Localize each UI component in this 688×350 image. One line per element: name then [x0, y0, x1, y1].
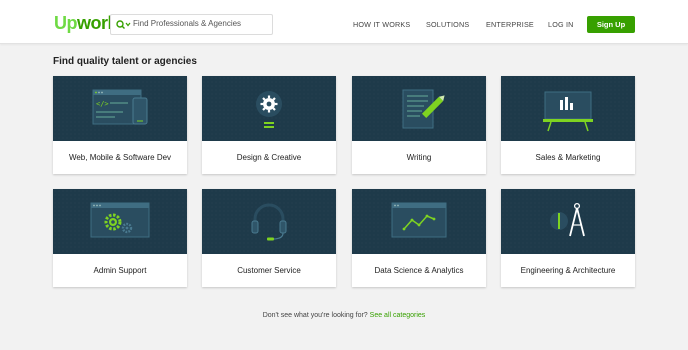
category-label: Writing — [406, 153, 432, 162]
category-label: Customer Service — [237, 266, 301, 275]
category-label: Sales & Marketing — [535, 153, 601, 162]
card-illustration — [202, 189, 336, 254]
top-navbar: Upwork Find Professionals & Agencies HOW… — [0, 0, 688, 44]
logo-up-text: Up — [54, 13, 78, 33]
pen-document-icon — [402, 89, 445, 129]
headset-icon — [251, 203, 287, 241]
category-card-writing[interactable]: Writing — [352, 76, 486, 174]
card-illustration: </> — [53, 76, 187, 141]
card-illustration — [352, 189, 486, 254]
presentation-board-icon — [543, 91, 593, 132]
upwork-logo[interactable]: Upwork — [54, 13, 118, 34]
compass-icon — [550, 202, 585, 237]
search-input[interactable]: Find Professionals & Agencies — [133, 19, 241, 28]
card-illustration — [501, 189, 635, 254]
card-illustration — [202, 76, 336, 141]
sign-up-button[interactable]: Sign Up — [587, 16, 635, 33]
category-card-design-creative[interactable]: Design & Creative — [202, 76, 336, 174]
see-all-prompt: Don't see what you're looking for? See a… — [0, 312, 688, 319]
card-illustration — [53, 189, 187, 254]
category-label: Admin Support — [93, 266, 147, 275]
card-illustration — [501, 76, 635, 141]
see-all-categories-link[interactable]: See all categories — [370, 312, 426, 319]
page-title: Find quality talent or agencies — [53, 56, 197, 67]
category-label: Design & Creative — [236, 153, 302, 162]
category-card-engineering[interactable]: Engineering & Architecture — [501, 189, 635, 287]
svg-text:</>: </> — [96, 100, 109, 108]
code-window-icon: </> — [92, 89, 148, 125]
lightbulb-gear-icon — [256, 91, 282, 128]
nav-how-it-works[interactable]: HOW IT WORKS — [353, 20, 410, 29]
nav-log-in[interactable]: LOG IN — [548, 20, 574, 29]
line-chart-icon — [391, 202, 447, 238]
category-card-data-science[interactable]: Data Science & Analytics — [352, 189, 486, 287]
nav-solutions[interactable]: SOLUTIONS — [426, 20, 469, 29]
category-card-customer-service[interactable]: Customer Service — [202, 189, 336, 287]
category-label: Web, Mobile & Software Dev — [68, 153, 172, 162]
category-label: Engineering & Architecture — [520, 266, 616, 275]
search-icon[interactable] — [115, 18, 133, 32]
category-label: Data Science & Analytics — [374, 266, 464, 275]
nav-enterprise[interactable]: ENTERPRISE — [486, 20, 534, 29]
gears-window-icon — [90, 202, 150, 238]
category-card-sales-marketing[interactable]: Sales & Marketing — [501, 76, 635, 174]
search-box[interactable]: Find Professionals & Agencies — [110, 14, 273, 35]
category-card-admin-support[interactable]: Admin Support — [53, 189, 187, 287]
card-illustration — [352, 76, 486, 141]
footer-prompt-text: Don't see what you're looking for? — [262, 312, 368, 319]
category-card-web-mobile-software[interactable]: </> Web, Mobile & Software Dev — [53, 76, 187, 174]
